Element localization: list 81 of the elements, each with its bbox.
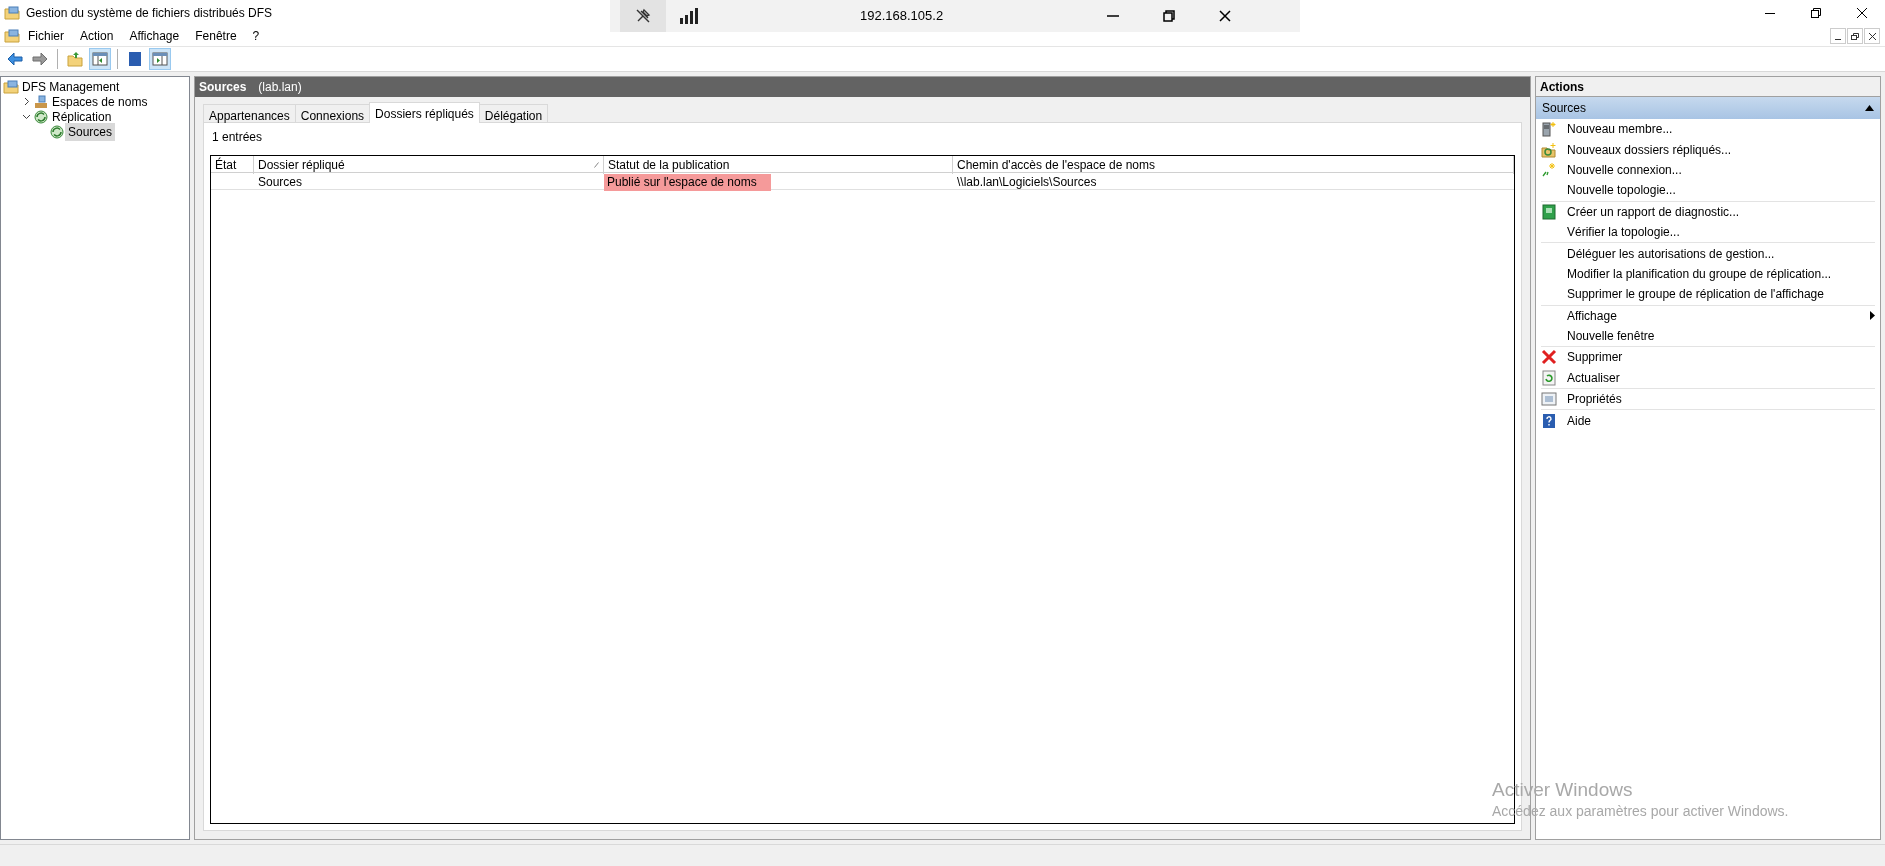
restore-button[interactable] (1847, 28, 1863, 44)
action-link[interactable]: Propriétés (1567, 390, 1622, 409)
new-connection-icon (1541, 161, 1557, 178)
table-cell-text: Sources (257, 174, 304, 191)
pin-button[interactable] (620, 0, 666, 32)
show-tree-button[interactable] (89, 48, 111, 70)
minimize-button[interactable] (1830, 28, 1846, 44)
panel-title: Sources (199, 79, 247, 96)
close-icon (1868, 32, 1876, 40)
show-action-pane-button[interactable] (149, 48, 171, 70)
action-link[interactable]: Supprimer le groupe de réplication de l'affichage (1567, 285, 1824, 304)
actions-header: Actions (1536, 77, 1880, 97)
panel-icon (152, 51, 168, 67)
menu-item[interactable]: Fenêtre (187, 27, 245, 45)
minimize-icon (1107, 15, 1120, 17)
folder-icon (4, 5, 20, 21)
column-header-label: Chemin d'accès de l'espace de noms (957, 157, 1156, 174)
close-button[interactable] (1864, 28, 1880, 44)
tab[interactable]: Connexions (294, 104, 371, 122)
restore-icon (1811, 8, 1821, 18)
console-icon (3, 78, 19, 95)
column-header-label: Statut de la publication (608, 157, 730, 174)
action-link[interactable]: Affichage (1567, 306, 1617, 325)
column-header[interactable]: État (211, 156, 254, 174)
properties-icon (1541, 391, 1557, 408)
column-header-label: État (215, 156, 237, 174)
sort-indicator-icon (594, 162, 599, 168)
action-link[interactable]: Nouveaux dossiers répliqués... (1567, 140, 1732, 159)
action-link[interactable]: Déléguer les autorisations de gestion... (1567, 244, 1775, 263)
column-header-label: Dossier répliqué (258, 157, 345, 174)
signal-icon (680, 8, 698, 24)
action-link[interactable]: Modifier la planification du groupe de réplication... (1567, 264, 1832, 283)
forward-arrow-icon (32, 51, 48, 67)
action-link[interactable]: Nouvelle fenêtre (1567, 327, 1655, 346)
replication-icon (33, 108, 49, 125)
remote-address: 192.168.105.2 (860, 7, 944, 26)
panel-subtitle: (lab.lan) (258, 79, 302, 96)
restore-icon (1163, 10, 1176, 22)
window-title: Gestion du système de fichiers distribués DFS (26, 5, 273, 22)
namespace-icon (33, 93, 49, 110)
action-link[interactable]: Supprimer (1567, 348, 1623, 367)
panel-icon (92, 51, 108, 67)
refresh-icon (1541, 369, 1557, 386)
tab[interactable]: Dossiers répliqués (369, 102, 480, 123)
menu-item[interactable]: Affichage (121, 27, 188, 45)
entry-count: 1 entrées (211, 129, 264, 146)
action-link[interactable]: Nouvelle connexion... (1567, 160, 1682, 179)
console-icon (4, 28, 20, 44)
table-cell-text: \\lab.lan\Logiciels\Sources (956, 174, 1098, 191)
column-header[interactable]: Dossier répliqué (254, 156, 604, 174)
new-server-icon (1541, 121, 1557, 138)
delete-icon (1541, 349, 1557, 366)
action-link[interactable]: Vérifier la topologie... (1567, 223, 1680, 242)
action-link[interactable]: Actualiser (1567, 368, 1620, 387)
status-text: Publié sur l'espace de noms (604, 173, 771, 191)
action-link[interactable]: Nouvelle topologie... (1567, 181, 1676, 200)
tab[interactable]: Délégation (478, 104, 549, 122)
menu-item[interactable]: Fichier (20, 27, 72, 45)
action-link[interactable]: Nouveau membre... (1567, 120, 1673, 139)
action-link[interactable]: Créer un rapport de diagnostic... (1567, 202, 1740, 221)
tree-item[interactable]: Sources (65, 122, 116, 141)
back-arrow-icon (7, 51, 23, 67)
tree-item[interactable]: DFS Management (19, 77, 123, 96)
chevron-down-icon[interactable] (21, 112, 31, 121)
column-header[interactable]: Chemin d'accès de l'espace de noms (953, 156, 1514, 174)
replication-icon (49, 123, 65, 140)
restore-icon (1851, 32, 1859, 40)
menu-item[interactable]: Action (72, 27, 122, 45)
minimize-icon (1835, 38, 1841, 40)
submenu-arrow-icon (1870, 311, 1875, 321)
minimize-icon (1765, 12, 1775, 14)
replicated-folders-icon (1541, 141, 1557, 158)
pin-icon (635, 8, 651, 24)
tab[interactable]: Appartenances (203, 104, 296, 122)
actions-section-header[interactable]: Sources (1536, 97, 1880, 119)
menu-item[interactable]: ? (244, 27, 268, 45)
close-icon (1857, 8, 1867, 18)
action-link[interactable]: Aide (1567, 411, 1592, 430)
folder-up-icon (67, 51, 83, 67)
close-icon (1219, 10, 1232, 22)
report-icon (1541, 203, 1557, 220)
